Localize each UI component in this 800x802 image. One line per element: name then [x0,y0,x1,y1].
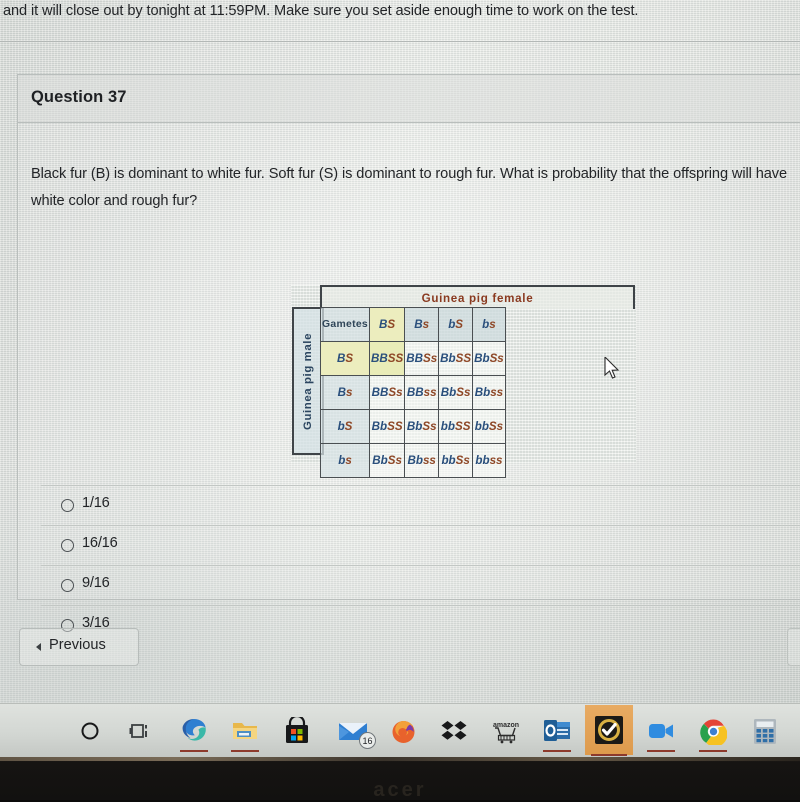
mail-icon[interactable]: 16 [333,711,376,751]
checkmark-active-indicator [591,754,627,756]
question-card: Question 37 Black fur (B) is dominant to… [17,74,800,632]
next-button[interactable] [787,628,800,666]
question-header: Question 37 [18,75,800,123]
outlook-icon[interactable] [537,711,577,752]
task-view-icon[interactable] [120,711,160,751]
chrome-icon[interactable] [693,711,733,752]
laptop-bezel: acer [0,757,800,801]
punnett-female-label: Guinea pig female [421,291,534,305]
radio-button-1[interactable] [61,499,74,512]
radio-button-2[interactable] [61,539,74,552]
punnett-row-header: BS [320,341,370,376]
punnett-female-header: Guinea pig female [320,285,635,309]
punnett-table: Gametes BS Bs bS bs BS BBSS BBSs BbSS BbSs Bs BBSs B… [320,307,506,478]
zoom-active-indicator [647,750,675,752]
question-prompt: Black fur (B) is dominant to white fur. … [31,166,787,209]
punnett-header-row: Gametes BS Bs bS bs [320,307,506,342]
mouse-cursor [604,357,620,379]
mail-badge: 16 [359,732,376,749]
punnett-row: bs BbSs Bbss bbSs bbss [320,443,506,478]
punnett-cell: BbSS [368,409,406,444]
bezel-lip [0,757,800,761]
instruction-text: and it will close out by tonight at 11:5… [3,3,639,19]
punnett-cell: BbSs [472,341,506,376]
screen-surface: and it will close out by tonight at 11:5… [0,0,800,757]
quiz-page: and it will close out by tonight at 11:5… [0,0,800,757]
dropbox-icon[interactable] [434,711,474,751]
punnett-cell: BBSs [404,341,440,376]
punnett-cell: BBSS [368,341,406,376]
file-explorer-icon[interactable] [225,711,265,752]
punnett-cell: bbSs [438,443,474,478]
previous-button-label: Previous [49,637,106,653]
zoom-icon[interactable] [641,711,681,752]
punnett-col-header: bS [438,307,474,342]
punnett-male-label: Guinea pig male [302,332,314,430]
punnett-cell: BbSs [438,375,474,410]
punnett-cell: BBss [404,375,440,410]
search-icon[interactable] [70,711,110,751]
answer-option-label-3: 9/16 [82,575,110,591]
punnett-cell: BbSs [368,443,406,478]
punnett-col-header: Bs [404,307,440,342]
punnett-row: bS BbSS BbSs bbSS bbSs [320,409,506,444]
punnett-cell: bbSs [472,409,506,444]
punnett-row-header: bs [320,443,370,478]
checkmark-app-icon[interactable] [585,705,633,756]
firefox-icon[interactable] [383,711,423,751]
chrome-active-indicator [699,750,727,752]
answer-option-2[interactable]: 16/16 [41,525,800,566]
answer-option-label-2: 16/16 [82,535,118,551]
punnett-col-header: bs [472,307,506,342]
punnett-row-header: Bs [320,375,370,410]
microsoft-store-icon[interactable] [277,711,317,751]
punnett-cell: BBSs [368,375,406,410]
punnett-cell: bbSS [438,409,474,444]
punnett-row: BS BBSS BBSs BbSS BbSs [320,341,506,376]
windows-taskbar: 16 amazon [0,703,800,757]
calculator-icon[interactable] [745,711,785,751]
radio-button-3[interactable] [61,579,74,592]
punnett-square-image: Guinea pig female Guinea pig male Gamete… [291,285,636,478]
punnett-cell: Bbss [404,443,440,478]
section-divider [0,41,800,42]
answer-option-4[interactable]: 3/16 [41,605,800,646]
answer-option-label-1: 1/16 [82,495,110,511]
chevron-left-icon [36,643,41,651]
punnett-cell: BbSs [404,409,440,444]
edge-icon[interactable] [174,711,214,752]
punnett-gametes-label: Gametes [320,307,370,342]
explorer-active-indicator [231,750,259,752]
page-title: Question 37 [31,88,127,106]
edge-active-indicator [180,750,208,752]
amazon-icon[interactable]: amazon [486,711,526,751]
punnett-cell: bbss [472,443,506,478]
answer-option-1[interactable]: 1/16 [41,485,800,526]
previous-button[interactable]: Previous [19,628,139,666]
outlook-active-indicator [543,750,571,752]
punnett-row-header: bS [320,409,370,444]
answer-option-3[interactable]: 9/16 [41,565,800,606]
punnett-col-header: BS [368,307,406,342]
device-logo: acer [373,779,427,801]
punnett-row: Bs BBSs BBss BbSs Bbss [320,375,506,410]
punnett-cell: BbSS [438,341,474,376]
laptop-screen-photo: and it will close out by tonight at 11:5… [0,0,800,801]
punnett-cell: Bbss [472,375,506,410]
